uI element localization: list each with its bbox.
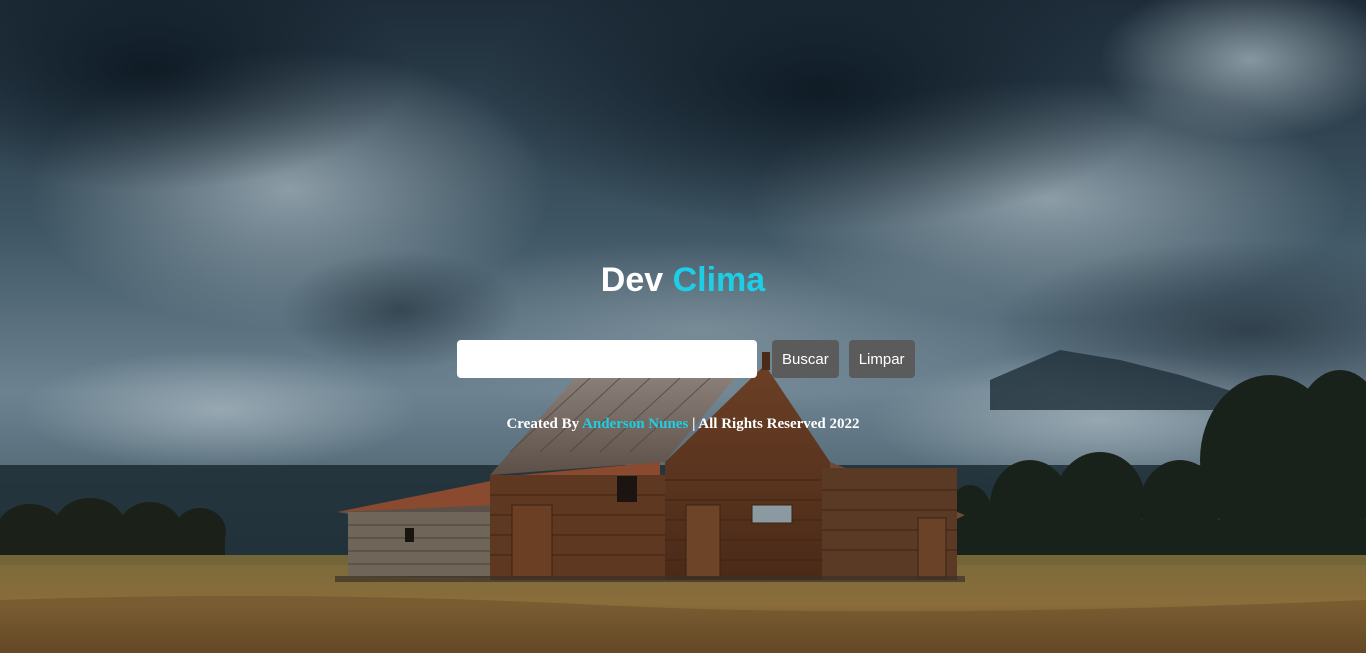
search-form: Buscar Limpar [457,340,915,378]
footer-prefix: Created By [506,416,580,432]
city-search-input[interactable] [457,340,757,378]
background-image [0,0,1366,653]
search-button[interactable]: Buscar [772,340,839,378]
footer-suffix: | All Rights Reserved 2022 [692,416,860,432]
footer-credits: Created By Anderson Nunes | All Rights R… [0,416,1366,433]
title-dev: Dev [600,261,664,299]
page-title: Dev Clima [0,258,1366,302]
author-link[interactable]: Anderson Nunes [582,416,688,432]
clear-button[interactable]: Limpar [848,340,915,378]
title-clima: Clima [672,261,766,299]
